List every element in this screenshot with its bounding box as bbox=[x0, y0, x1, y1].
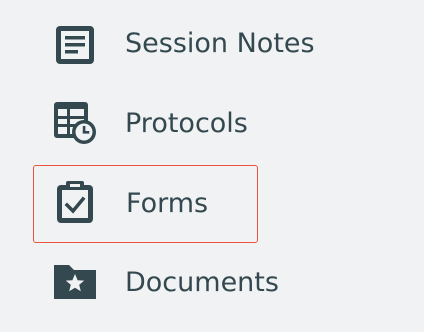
session-notes-icon bbox=[51, 22, 99, 70]
sidebar-item-protocols[interactable]: Protocols bbox=[33, 85, 258, 163]
sidebar-item-forms[interactable]: Forms bbox=[33, 165, 258, 243]
sidebar-item-label: Documents bbox=[125, 267, 279, 298]
documents-folder-star-icon bbox=[51, 259, 99, 307]
protocols-icon bbox=[51, 99, 99, 147]
sidebar-item-label: Session Notes bbox=[125, 28, 315, 59]
sidebar-nav: Session Notes Protocols Forms Documents bbox=[0, 0, 424, 332]
sidebar-item-label: Forms bbox=[126, 188, 209, 219]
sidebar-item-documents[interactable]: Documents bbox=[33, 244, 279, 322]
sidebar-item-label: Protocols bbox=[125, 108, 248, 139]
forms-clipboard-check-icon bbox=[52, 179, 100, 227]
sidebar-item-session-notes[interactable]: Session Notes bbox=[33, 5, 315, 83]
